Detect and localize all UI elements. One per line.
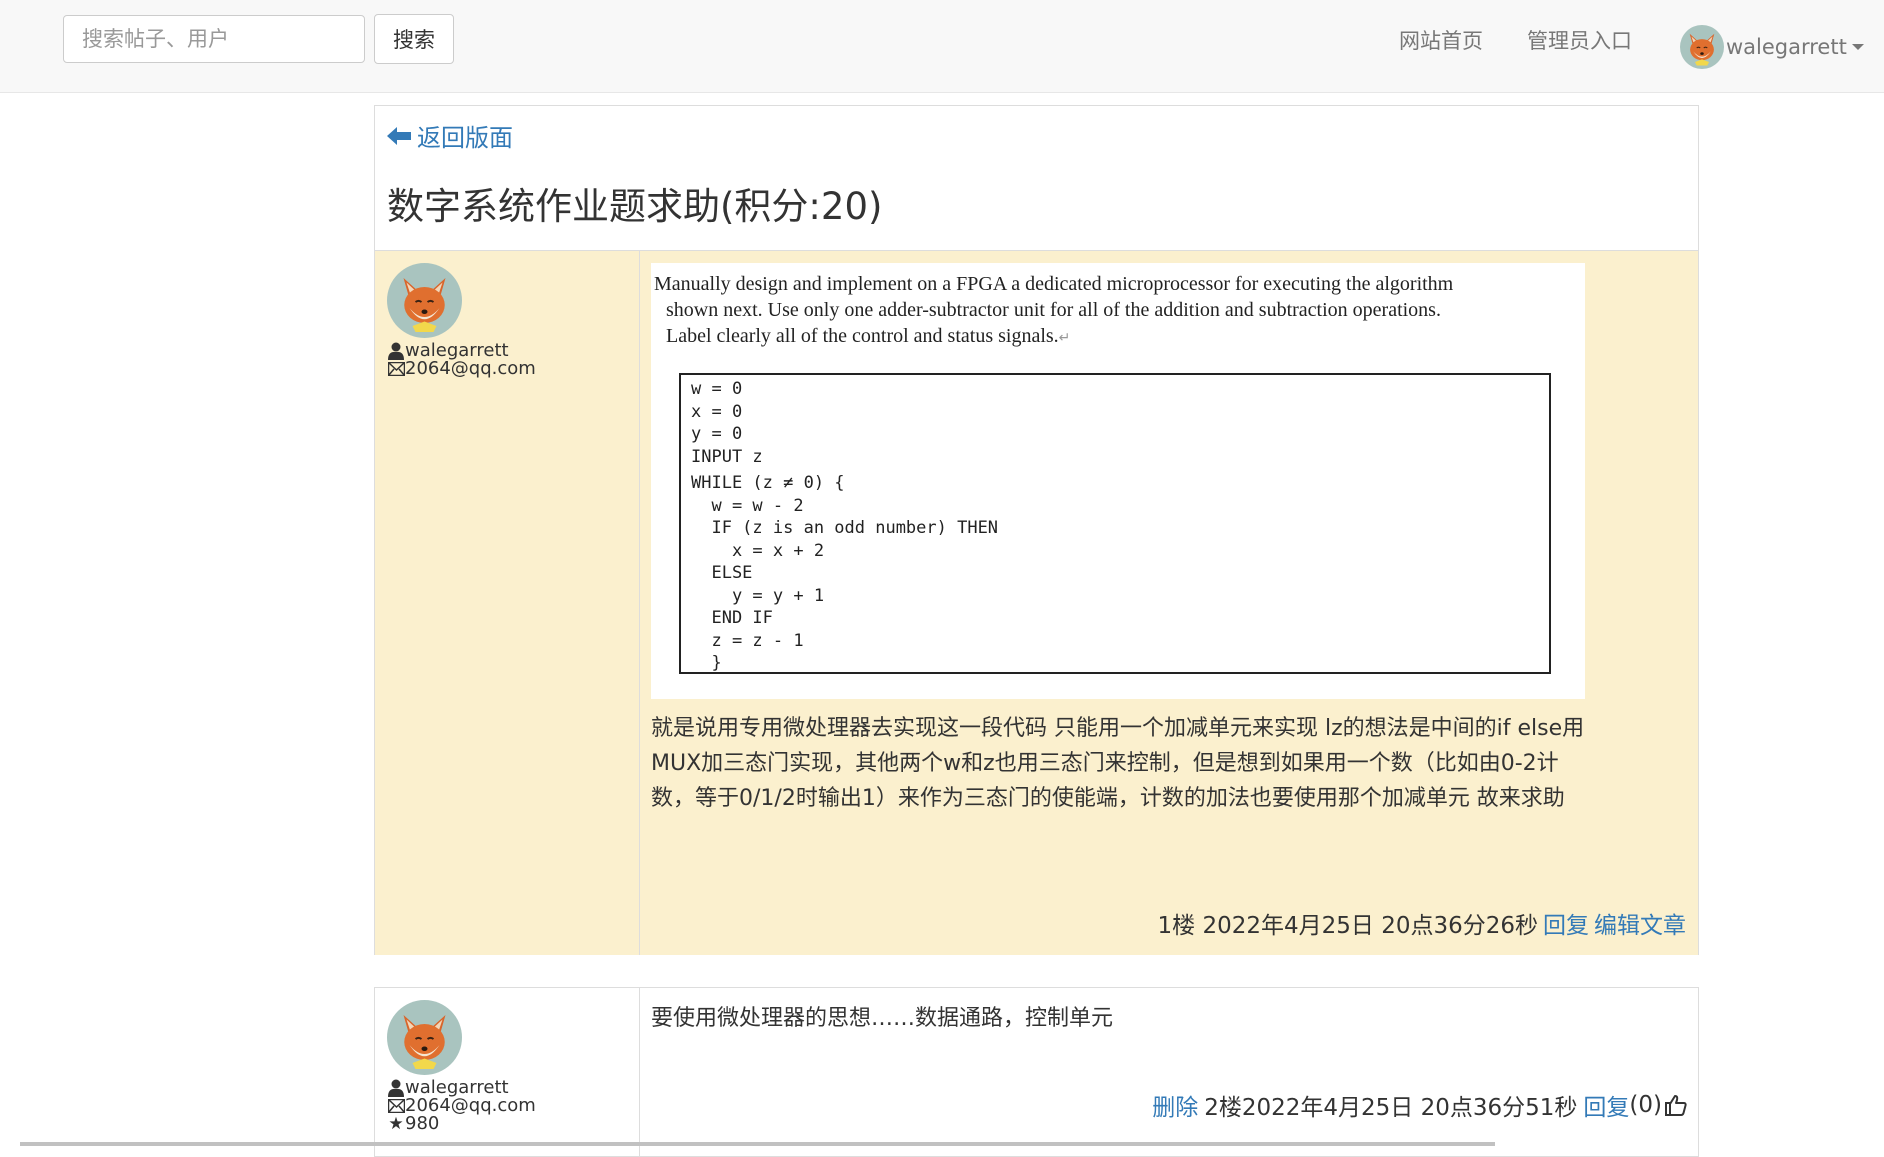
code-line: x = 0 [691,402,743,422]
post-floor-1: walegarrett 2064@qq.com Manually design … [375,250,1698,955]
author-score: 980 [405,1113,440,1134]
like-count: (0) [1629,1092,1662,1118]
avatar[interactable] [387,263,462,338]
author-email-row: 2064@qq.com [387,360,536,378]
nav-home-link[interactable]: 网站首页 [1399,25,1483,55]
code-line: } [691,653,722,673]
post-image: Manually design and implement on a FPGA … [651,263,1585,699]
avatar[interactable] [387,1000,462,1075]
code-line: x = x + 2 [691,541,825,561]
thumbs-up-icon[interactable] [1664,1093,1688,1117]
search-input[interactable] [63,15,365,63]
image-text-line1: Manually design and implement on a FPGA … [654,273,1454,295]
image-text-line2: shown next. Use only one adder-subtracto… [666,299,1441,321]
delete-post-link[interactable]: 删除 [1152,1088,1198,1122]
code-line: z = z - 1 [691,631,804,651]
star-icon: ★ [388,1114,404,1134]
envelope-icon [387,1097,405,1115]
back-to-board-link[interactable]: 返回版面 [387,118,513,153]
image-problem-text: Manually design and implement on a FPGA … [654,271,1574,352]
code-line: w = w - 2 [691,496,804,516]
envelope-icon [387,360,405,378]
nav-admin-link[interactable]: 管理员入口 [1527,25,1632,55]
chevron-down-icon [1851,44,1864,50]
user-icon [387,1079,405,1097]
author-score-row: ★ 980 [387,1113,440,1134]
post-footer: 1楼 2022年4月25日 20点36分26秒 回复 编辑文章 [1158,906,1687,940]
search-button[interactable]: 搜索 [374,14,454,64]
reply-link[interactable]: 回复 [1583,1088,1629,1122]
post-body: 就是说用专用微处理器去实现这一段代码 只能用一个加减单元来实现 lz的想法是中间… [651,716,1585,811]
author-email: 2064@qq.com [405,358,536,379]
top-navbar: 搜索 网站首页 管理员入口 walegarrett [0,0,1884,93]
code-line: INPUT z [691,447,763,467]
code-line: y = y + 1 [691,586,825,606]
code-line: END IF [691,608,773,628]
post-body: 要使用微处理器的思想……数据通路，控制单元 [651,1006,1114,1031]
reply-link[interactable]: 回复 [1543,913,1589,939]
user-avatar [1680,25,1724,69]
thread-panel: 返回版面 数字系统作业题求助(积分:20) walegarrett 2064@q… [374,105,1699,955]
arrow-left-icon [387,126,411,145]
code-line: w = 0 [691,379,743,399]
thread-title: 数字系统作业题求助(积分:20) [387,185,883,228]
user-icon [387,342,405,360]
user-menu-username: walegarrett [1726,35,1847,59]
code-line: y = 0 [691,424,743,444]
image-text-line3: Label clearly all of the control and sta… [666,325,1059,347]
post-meta: 1楼 2022年4月25日 20点36分26秒 [1157,913,1539,939]
post-floor-2: walegarrett 2064@qq.com ★ 980 要使用微处理器的思想… [374,987,1699,1157]
edit-post-link[interactable]: 编辑文章 [1594,913,1686,939]
code-line: IF (z is an odd number) THEN [691,518,999,538]
back-link-label: 返回版面 [417,124,513,152]
user-menu-dropdown[interactable]: walegarrett [1680,24,1864,70]
post-footer: 删除 2楼2022年4月25日 20点36分51秒 回复 (0) [1152,1088,1688,1122]
horizontal-scrollbar[interactable] [20,1142,1495,1146]
code-line: WHILE (z ≠ 0) { [691,473,845,493]
post-meta: 2楼2022年4月25日 20点36分51秒 [1204,1095,1578,1121]
post-author-panel: walegarrett 2064@qq.com ★ 980 [375,988,640,1156]
post-author-panel: walegarrett 2064@qq.com [375,251,640,955]
code-line: ELSE [691,563,753,583]
code-box: w = 0 x = 0 y = 0 INPUT z WHILE (z ≠ 0) … [679,373,1551,674]
